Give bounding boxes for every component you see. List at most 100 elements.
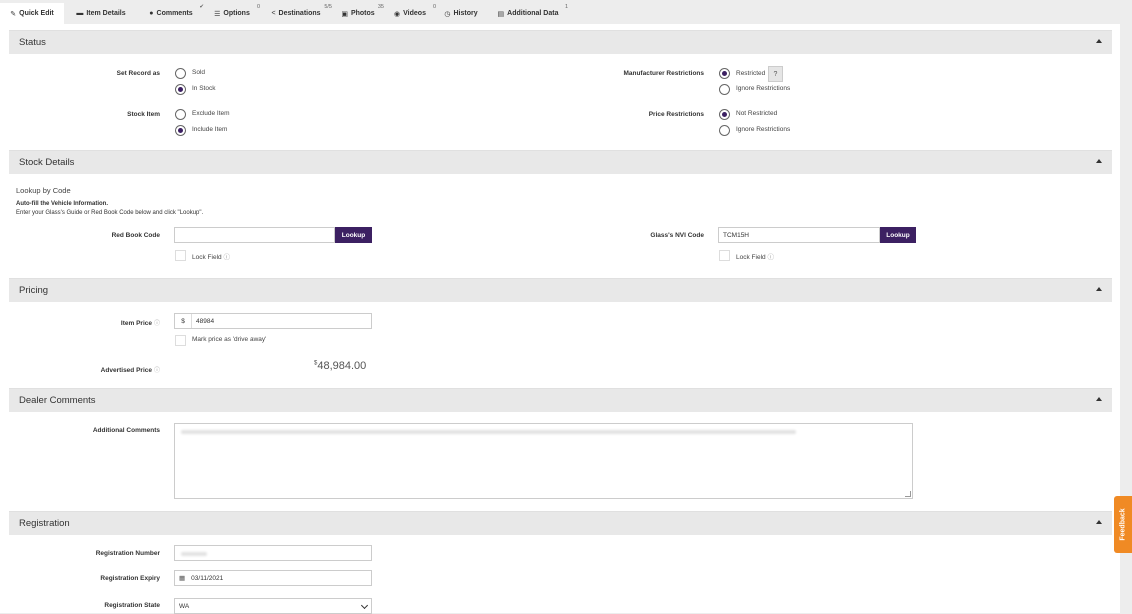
item-price-field[interactable]: $ 48984 (174, 313, 372, 329)
autofill-heading: Auto-fill the Vehicle Information. (16, 201, 109, 207)
red-book-code-input[interactable] (174, 227, 335, 243)
car-icon: ▬ (76, 10, 84, 17)
chevron-down-icon (360, 601, 369, 610)
red-book-lock-checkbox[interactable] (175, 250, 186, 261)
currency-addon: $ (175, 314, 192, 328)
collapse-caret-icon[interactable] (1096, 287, 1102, 291)
price-restrictions-label: Price Restrictions (648, 111, 704, 118)
registration-expiry-label: Registration Expiry (100, 575, 160, 582)
registration-state-select[interactable]: WA (174, 598, 372, 614)
radio-restricted[interactable] (719, 68, 730, 79)
section-title: Dealer Comments (19, 395, 96, 406)
quick-edit-panel: Status Set Record as Sold In Stock Stock… (0, 24, 1120, 614)
radio-exclude-item[interactable] (175, 109, 186, 120)
data-icon: ▤ (497, 10, 505, 18)
radio-not-restricted-label: Not Restricted (736, 110, 778, 117)
help-button[interactable]: ? (768, 66, 783, 82)
autofill-instructions: Enter your Glass's Guide or Red Book Cod… (16, 210, 204, 216)
info-icon: ⓘ (153, 321, 160, 327)
nvi-lock-label: Lock Field ⓘ (736, 254, 774, 261)
resize-handle-icon[interactable] (905, 491, 911, 497)
clock-icon: ◷ (444, 10, 451, 18)
tab-additional-data[interactable]: ▤ Additional Data 1 (490, 3, 568, 24)
nvi-lock-checkbox[interactable] (719, 250, 730, 261)
radio-sold[interactable] (175, 68, 186, 79)
info-icon: ⓘ (153, 368, 160, 374)
image-icon: ▣ (341, 10, 348, 18)
additional-data-badge: 1 (564, 4, 568, 10)
tab-comments[interactable]: ● Comments ✔ (140, 3, 204, 24)
tab-destinations[interactable]: < Destinations 5/5 (262, 3, 332, 24)
comment-icon: ● (149, 10, 154, 17)
redacted-text (181, 552, 207, 556)
collapse-caret-icon[interactable] (1096, 397, 1102, 401)
videos-badge: 0 (432, 4, 436, 10)
advertised-price-label: Advertised Price ⓘ (100, 367, 160, 374)
radio-restricted-label: Restricted (736, 70, 766, 77)
play-icon: ◉ (394, 10, 401, 18)
info-icon: ⓘ (223, 254, 230, 261)
comments-badge: ✔ (199, 4, 204, 10)
info-icon: ⓘ (767, 254, 774, 261)
options-badge: 0 (256, 4, 260, 10)
radio-in-stock[interactable] (175, 84, 186, 95)
collapse-caret-icon[interactable] (1096, 159, 1102, 163)
additional-comments-label: Additional Comments (92, 427, 160, 434)
radio-price-ignore-restrictions-label: Ignore Restrictions (736, 126, 791, 133)
drive-away-checkbox[interactable] (175, 335, 186, 346)
red-book-lock-label: Lock Field ⓘ (192, 254, 230, 261)
drive-away-label: Mark price as 'drive away' (192, 336, 267, 343)
list-icon: ☰ (214, 10, 221, 18)
item-price-input[interactable]: 48984 (192, 318, 214, 325)
section-title: Status (19, 37, 46, 48)
tab-item-details[interactable]: ▬ Item Details (66, 3, 136, 24)
tab-videos[interactable]: ◉ Videos 0 (386, 3, 436, 24)
tab-quick-edit[interactable]: ✎ Quick Edit (0, 3, 64, 24)
tab-photos[interactable]: ▣ Photos 35 (334, 3, 384, 24)
radio-price-ignore-restrictions[interactable] (719, 125, 730, 136)
pricing-section-header[interactable]: Pricing (9, 278, 1112, 302)
tab-options[interactable]: ☰ Options 0 (206, 3, 260, 24)
manufacturer-restrictions-label: Manufacturer Restrictions (623, 70, 704, 77)
registration-number-input[interactable] (174, 545, 372, 561)
collapse-caret-icon[interactable] (1096, 520, 1102, 524)
item-price-label: Item Price ⓘ (120, 320, 160, 327)
radio-include-item-label: Include Item (192, 126, 228, 133)
status-section-header[interactable]: Status (9, 30, 1112, 54)
redacted-text (181, 430, 796, 434)
radio-include-item[interactable] (175, 125, 186, 136)
feedback-button[interactable]: Feedback (1114, 496, 1132, 553)
advertised-price-value: $48,984.00 (314, 360, 367, 372)
registration-expiry-input[interactable]: ▦ 03/11/2021 (174, 570, 372, 586)
section-title: Pricing (19, 285, 49, 296)
radio-exclude-item-label: Exclude Item (192, 110, 230, 117)
stock-item-label: Stock Item (127, 111, 160, 118)
red-book-code-label: Red Book Code (111, 232, 160, 239)
additional-comments-textarea[interactable] (174, 423, 913, 499)
destinations-badge: 5/5 (324, 4, 332, 10)
tab-history[interactable]: ◷ History (438, 3, 484, 24)
nvi-code-label: Glass's NVI Code (650, 232, 704, 239)
radio-sold-label: Sold (192, 69, 206, 76)
calendar-icon[interactable]: ▦ (179, 574, 185, 582)
section-title: Registration (19, 518, 70, 529)
share-icon: < (271, 10, 276, 17)
set-record-label: Set Record as (116, 70, 160, 77)
section-title: Stock Details (19, 157, 75, 168)
collapse-caret-icon[interactable] (1096, 39, 1102, 43)
lookup-heading: Lookup by Code (16, 186, 71, 195)
radio-in-stock-label: In Stock (192, 85, 216, 92)
radio-ignore-restrictions[interactable] (719, 84, 730, 95)
photos-badge: 35 (377, 4, 384, 10)
nvi-code-input[interactable]: TCM15H (718, 227, 880, 243)
red-book-lookup-button[interactable]: Lookup (335, 227, 372, 243)
registration-section-header[interactable]: Registration (9, 511, 1112, 535)
radio-ignore-restrictions-label: Ignore Restrictions (736, 85, 791, 92)
edit-icon: ✎ (10, 10, 17, 18)
tab-bar: ✎ Quick Edit ▬ Item Details ● Comments ✔… (0, 0, 1132, 24)
stock-details-section-header[interactable]: Stock Details (9, 150, 1112, 174)
radio-not-restricted[interactable] (719, 109, 730, 120)
nvi-lookup-button[interactable]: Lookup (880, 227, 916, 243)
registration-number-label: Registration Number (95, 550, 160, 557)
dealer-comments-section-header[interactable]: Dealer Comments (9, 388, 1112, 412)
